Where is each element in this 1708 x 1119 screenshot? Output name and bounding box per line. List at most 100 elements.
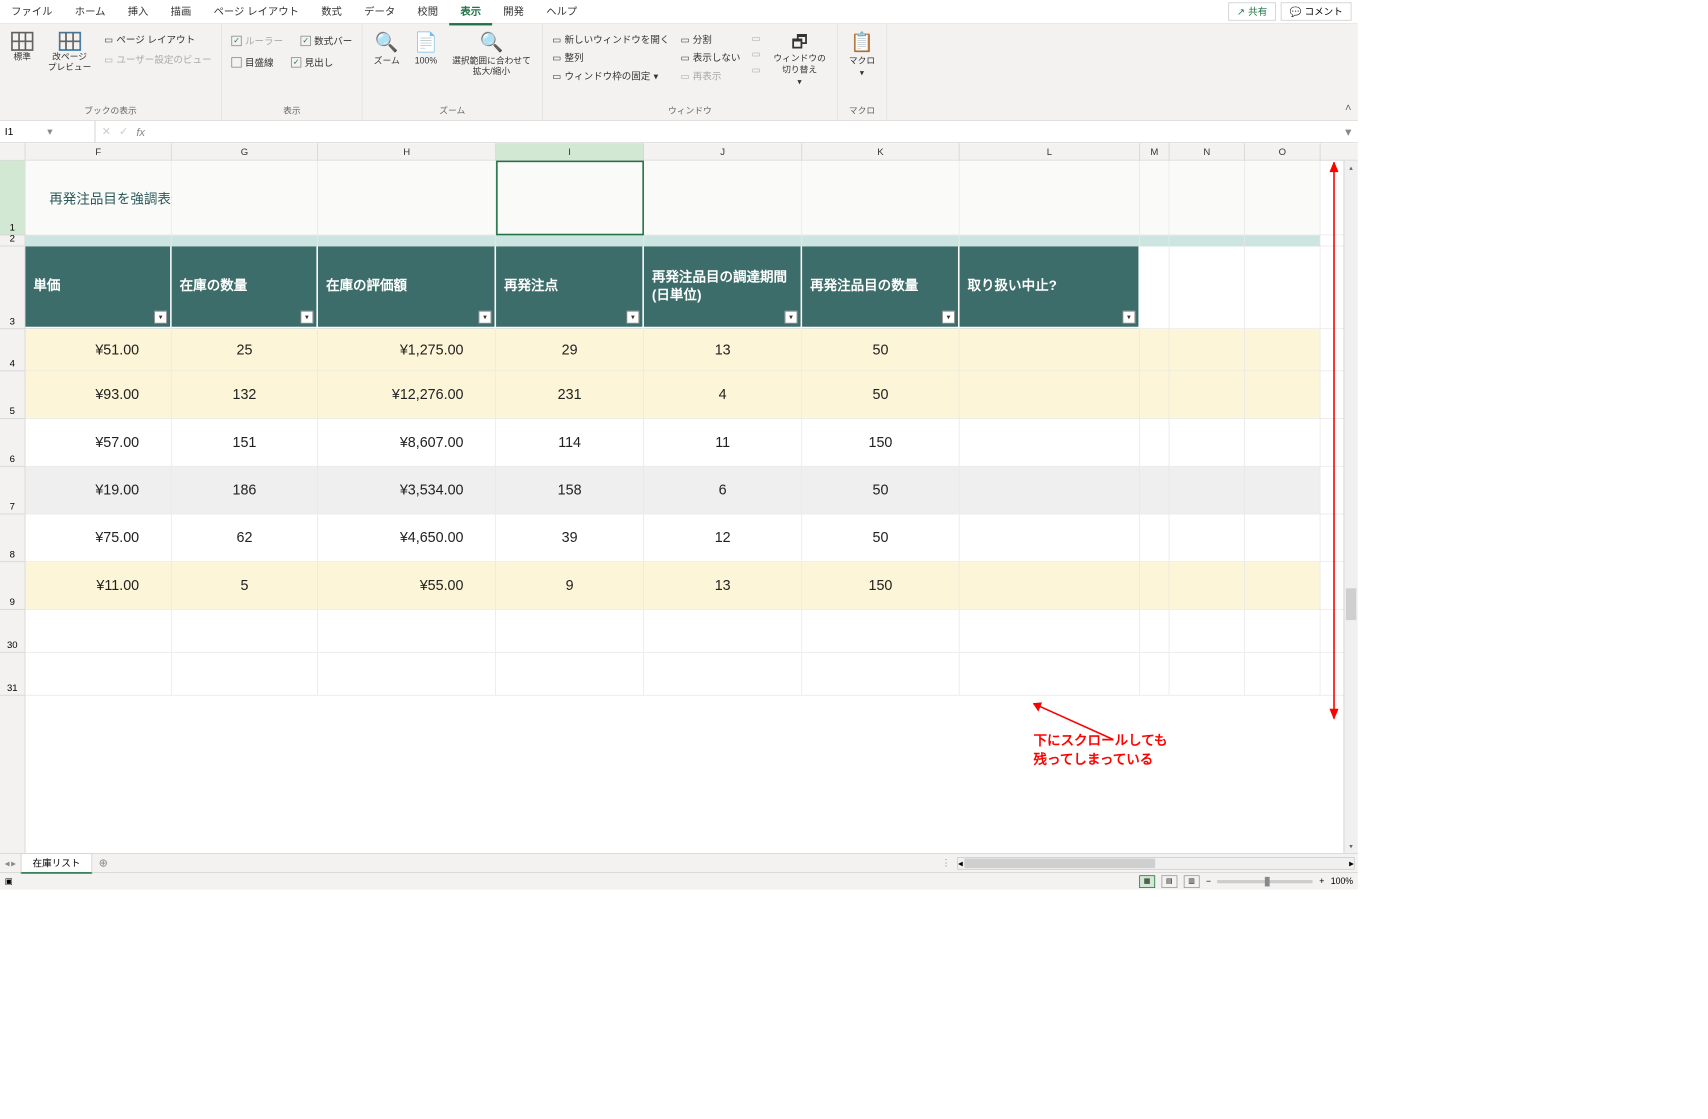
table-cell[interactable]: 132 [172, 371, 318, 418]
hide-button[interactable]: ▭表示しない [677, 50, 743, 65]
row-header-8[interactable]: 8 [0, 514, 25, 562]
headings-toggle[interactable]: 見出し [288, 55, 337, 70]
formula-input[interactable] [151, 130, 1338, 133]
sheet-tab[interactable]: 在庫リスト [21, 853, 93, 874]
col-header-O[interactable]: O [1245, 143, 1321, 160]
table-cell[interactable]: 114 [496, 419, 644, 466]
col-header-I[interactable]: I [496, 143, 644, 160]
filter-icon[interactable]: ▾ [1123, 311, 1136, 324]
macro-button[interactable]: 📋マクロ▾ [844, 30, 880, 80]
table-cell[interactable]: ¥57.00 [25, 419, 171, 466]
menu-tab-ページ レイアウト[interactable]: ページ レイアウト [202, 0, 310, 25]
table-cell[interactable]: 50 [802, 371, 959, 418]
filter-icon[interactable]: ▾ [154, 311, 167, 324]
view-pagebreak-button[interactable]: 改ページ プレビュー [43, 30, 96, 75]
table-cell[interactable]: 39 [496, 514, 644, 561]
col-header-H[interactable]: H [318, 143, 496, 160]
collapse-ribbon-button[interactable]: ˄ [1339, 95, 1358, 120]
table-cell[interactable]: 150 [802, 562, 959, 609]
menu-tab-ホーム[interactable]: ホーム [64, 0, 117, 25]
row-header-3[interactable]: 3 [0, 246, 25, 329]
formulabar-toggle[interactable]: 数式バー [297, 33, 355, 48]
row-header-31[interactable]: 31 [0, 653, 25, 696]
table-cell[interactable]: 4 [644, 371, 802, 418]
pagelayout-view-button[interactable]: ▤ [1161, 875, 1177, 888]
zoom-100-button[interactable]: 📄100% [409, 30, 442, 68]
table-cell[interactable]: ¥55.00 [318, 562, 496, 609]
compare-button[interactable]: ▭ [748, 32, 763, 45]
table-header[interactable]: 再発注点▾ [496, 246, 644, 328]
arrange-button[interactable]: ▭整列 [549, 50, 673, 65]
table-cell[interactable]: 158 [496, 467, 644, 514]
zoom-slider[interactable] [1217, 880, 1312, 883]
page-layout-button[interactable]: ▭ページ レイアウト [101, 32, 215, 47]
col-header-G[interactable]: G [172, 143, 318, 160]
col-header-L[interactable]: L [960, 143, 1140, 160]
filter-icon[interactable]: ▾ [942, 311, 955, 324]
view-normal-button[interactable]: 標準 [6, 30, 38, 64]
scroll-up-button[interactable]: ▴ [1344, 161, 1358, 175]
zoom-button[interactable]: 🔍ズーム [369, 30, 405, 68]
table-header[interactable]: 再発注品目の数量▾ [802, 246, 959, 328]
fx-icon[interactable]: fx [136, 125, 145, 138]
row-header-7[interactable]: 7 [0, 467, 25, 515]
sync-scroll-button[interactable]: ▭ [748, 48, 763, 61]
share-button[interactable]: ↗ 共有 [1228, 2, 1276, 20]
zoom-level[interactable]: 100% [1331, 876, 1353, 886]
menu-tab-数式[interactable]: 数式 [310, 0, 353, 25]
sheet-prev-button[interactable]: ◂ [5, 857, 10, 868]
table-header[interactable]: 取り扱い中止?▾ [960, 246, 1140, 328]
table-cell[interactable]: 11 [644, 419, 802, 466]
table-cell[interactable]: ¥1,275.00 [318, 329, 496, 370]
table-cell[interactable]: 231 [496, 371, 644, 418]
zoom-in-button[interactable]: + [1319, 876, 1324, 886]
table-cell[interactable]: ¥19.00 [25, 467, 171, 514]
horizontal-scrollbar[interactable]: ◂▸ [957, 857, 1355, 870]
table-cell[interactable]: 13 [644, 329, 802, 370]
zoom-selection-button[interactable]: 🔍選択範囲に合わせて 拡大/縮小 [447, 30, 535, 79]
table-cell[interactable] [960, 562, 1140, 609]
table-cell[interactable]: 9 [496, 562, 644, 609]
enter-icon[interactable]: ✓ [119, 125, 128, 139]
table-cell[interactable]: 50 [802, 514, 959, 561]
row-header-4[interactable]: 4 [0, 329, 25, 371]
comment-button[interactable]: 💬 コメント [1281, 2, 1352, 20]
menu-tab-ヘルプ[interactable]: ヘルプ [535, 0, 588, 25]
col-header-K[interactable]: K [802, 143, 959, 160]
table-cell[interactable] [960, 329, 1140, 370]
filter-icon[interactable]: ▾ [479, 311, 492, 324]
scroll-down-button[interactable]: ▾ [1344, 839, 1358, 853]
freeze-button[interactable]: ▭ウィンドウ枠の固定 ▾ [549, 68, 673, 83]
filter-icon[interactable]: ▾ [626, 311, 639, 324]
table-cell[interactable]: 151 [172, 419, 318, 466]
table-cell[interactable]: ¥11.00 [25, 562, 171, 609]
table-cell[interactable]: 50 [802, 467, 959, 514]
cancel-icon[interactable]: ✕ [102, 125, 111, 139]
table-header[interactable]: 在庫の評価額▾ [318, 246, 496, 328]
table-cell[interactable]: ¥12,276.00 [318, 371, 496, 418]
split-button[interactable]: ▭分割 [677, 32, 743, 47]
vertical-scrollbar[interactable]: ▴ ▾ [1344, 161, 1358, 853]
table-cell[interactable]: 150 [802, 419, 959, 466]
menu-tab-表示[interactable]: 表示 [449, 0, 492, 25]
new-window-button[interactable]: ▭新しいウィンドウを開く [549, 32, 673, 47]
table-cell[interactable]: 13 [644, 562, 802, 609]
col-header-J[interactable]: J [644, 143, 802, 160]
select-all-corner[interactable] [0, 143, 25, 160]
filter-icon[interactable]: ▾ [301, 311, 314, 324]
row-header-6[interactable]: 6 [0, 419, 25, 467]
row-header-9[interactable]: 9 [0, 562, 25, 610]
menu-tab-描画[interactable]: 描画 [160, 0, 203, 25]
table-cell[interactable]: 186 [172, 467, 318, 514]
table-cell[interactable]: 25 [172, 329, 318, 370]
add-sheet-button[interactable]: ⊕ [92, 856, 114, 870]
menu-tab-ファイル[interactable]: ファイル [0, 0, 64, 25]
col-header-M[interactable]: M [1140, 143, 1169, 160]
menu-tab-開発[interactable]: 開発 [492, 0, 535, 25]
table-cell[interactable]: 6 [644, 467, 802, 514]
switch-window-button[interactable]: 🗗ウィンドウの 切り替え▾ [769, 30, 831, 89]
table-cell[interactable]: ¥51.00 [25, 329, 171, 370]
filter-icon[interactable]: ▾ [785, 311, 798, 324]
expand-formula-bar-button[interactable]: ▾ [1339, 124, 1358, 140]
table-header[interactable]: 再発注品目の調達期間 (日単位)▾ [644, 246, 802, 328]
